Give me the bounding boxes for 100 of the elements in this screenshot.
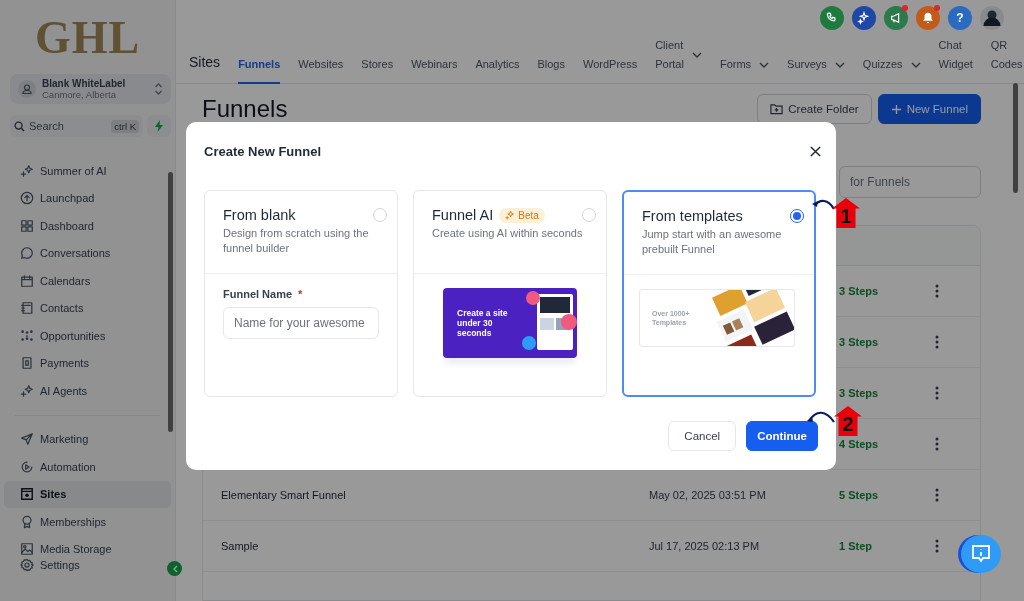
updown-icon <box>154 82 163 96</box>
sparkle-icon <box>20 383 34 398</box>
more-icon[interactable] <box>935 437 939 451</box>
sidebar-item[interactable]: Automation <box>4 453 171 481</box>
more-icon[interactable] <box>935 488 939 502</box>
phone-button[interactable] <box>820 6 844 30</box>
notification-dot <box>934 5 940 11</box>
table-cell-text: Jul 17, 2025 02:13 PM <box>649 540 761 552</box>
nav-tab[interactable]: Client Portal <box>655 30 702 84</box>
sidebar-item[interactable]: Opportunities <box>4 322 171 350</box>
search-icon <box>14 120 25 132</box>
option-title: Funnel AI <box>432 207 494 223</box>
option-title: From templates <box>642 208 743 224</box>
sidebar-item[interactable]: Dashboard <box>4 212 171 240</box>
sidebar-item[interactable]: Conversations <box>4 239 171 267</box>
sidebar-item[interactable]: Calendars <box>4 267 171 295</box>
option-description: Jump start with an awesome prebuilt Funnel <box>642 227 783 257</box>
chevron-down-icon <box>910 61 921 68</box>
more-icon[interactable] <box>935 284 939 298</box>
sparkle-icon <box>857 11 871 25</box>
plus-icon <box>890 103 902 115</box>
announcement-button[interactable] <box>884 6 908 30</box>
phone-icon <box>825 11 839 25</box>
nav-tab[interactable]: Webinars <box>411 49 458 84</box>
calendar-icon <box>20 273 34 288</box>
field-label: Funnel Name <box>223 288 293 300</box>
ai-button[interactable] <box>852 6 876 30</box>
continue-button[interactable]: Continue <box>746 421 818 451</box>
sidebar-item[interactable]: AI Agents <box>4 377 171 405</box>
option-card[interactable]: From blank Design from scratch using the funnel builder Funnel Name * Name for your awesome <box>204 190 398 397</box>
option-description: Design from scratch using the funnel builder <box>223 226 370 256</box>
search-field[interactable]: for Funnels <box>839 166 981 198</box>
avatar-icon[interactable] <box>980 6 1004 30</box>
more-icon[interactable] <box>935 539 939 553</box>
nav-tab[interactable]: Websites <box>298 49 344 84</box>
chevron-down-icon <box>834 61 845 68</box>
notification-dot <box>902 5 908 11</box>
sidebar-item[interactable]: Contacts <box>4 294 171 322</box>
table-cell-text: Sample <box>221 540 260 552</box>
notification-button[interactable] <box>916 6 940 30</box>
table-cell-text: May 02, 2025 03:51 PM <box>649 489 767 501</box>
page-title: Funnels <box>202 95 289 123</box>
option-card[interactable]: Funnel AI Beta Create using AI within seconds Create a site under 30 seconds <box>413 190 607 397</box>
table-cell-text: 1 Step <box>839 540 873 552</box>
nav-tab[interactable]: Stores <box>361 49 394 84</box>
play-circle-icon <box>20 459 34 474</box>
nav-tab[interactable]: Blogs <box>537 49 565 84</box>
table-cell-text: 5 Steps <box>839 489 880 501</box>
sidebar-item[interactable]: Summer of AI <box>4 157 171 185</box>
user-icon <box>18 80 36 98</box>
image-icon <box>20 542 34 555</box>
grid-icon <box>20 218 34 233</box>
bell-icon <box>921 11 935 25</box>
sidebar-item[interactable]: Memberships <box>4 508 171 536</box>
sidebar-item[interactable]: Launchpad <box>4 184 171 212</box>
scrollbar[interactable] <box>1013 83 1018 193</box>
send-icon <box>20 432 34 447</box>
nav-tab[interactable]: Surveys <box>787 49 845 84</box>
chevron-left-icon <box>171 564 178 573</box>
required-mark: * <box>298 288 303 300</box>
settings-icon <box>20 558 34 572</box>
table-cell-text: 3 Steps <box>839 387 880 399</box>
nav-tab[interactable]: Funnels <box>238 49 281 84</box>
more-icon[interactable] <box>935 335 939 349</box>
chevron-down-icon <box>759 61 770 68</box>
sidebar-item[interactable]: Media Storage <box>4 535 171 555</box>
nav-tab[interactable]: Chat Widget <box>938 30 973 84</box>
nav-tab[interactable]: QR Codes <box>990 30 1023 84</box>
folder-plus-icon <box>770 103 784 115</box>
beta-badge: Beta <box>499 207 545 223</box>
cancel-button[interactable]: Cancel <box>668 421 737 451</box>
sidebar-item[interactable]: Payments <box>4 349 171 377</box>
nav-tab[interactable]: WordPress <box>582 49 638 84</box>
table-cell-text: 3 Steps <box>839 285 880 297</box>
radio-button[interactable] <box>790 209 804 223</box>
award-icon <box>20 514 34 529</box>
text-field[interactable]: Name for your awesome <box>223 307 379 339</box>
nav-tab[interactable]: Quizzes <box>862 49 921 84</box>
nav-tab[interactable]: Forms <box>719 49 770 84</box>
new-funnel-button[interactable]: New Funnel <box>877 94 981 124</box>
dots-icon <box>20 328 34 343</box>
create-folder-button[interactable]: Create Folder <box>757 94 872 124</box>
logo: GHL <box>34 14 141 62</box>
more-icon[interactable] <box>935 386 939 400</box>
table-cell-text: Elementary Smart Funnel <box>221 489 347 501</box>
chevron-down-icon <box>691 52 702 58</box>
chat-button[interactable] <box>961 535 1001 573</box>
contact-card-icon <box>20 301 34 316</box>
sidebar-item[interactable]: Sites <box>4 480 171 508</box>
account-switcher[interactable]: Blank WhiteLabel Canmore, Alberta <box>10 74 171 104</box>
sidebar-item[interactable]: Settings <box>0 555 92 575</box>
sidebar-item[interactable]: Marketing <box>4 425 171 453</box>
search-field[interactable]: Search ctrl K <box>10 115 143 137</box>
sparkle-icon <box>20 163 34 178</box>
banner-text: Create a site under 30 seconds <box>457 308 509 338</box>
nav-tab[interactable]: Analytics <box>475 49 520 84</box>
scrollbar[interactable] <box>168 172 173 432</box>
account-name: Blank WhiteLabel <box>42 78 127 89</box>
help-button[interactable]: ? <box>948 6 972 30</box>
browser-icon <box>20 487 34 502</box>
